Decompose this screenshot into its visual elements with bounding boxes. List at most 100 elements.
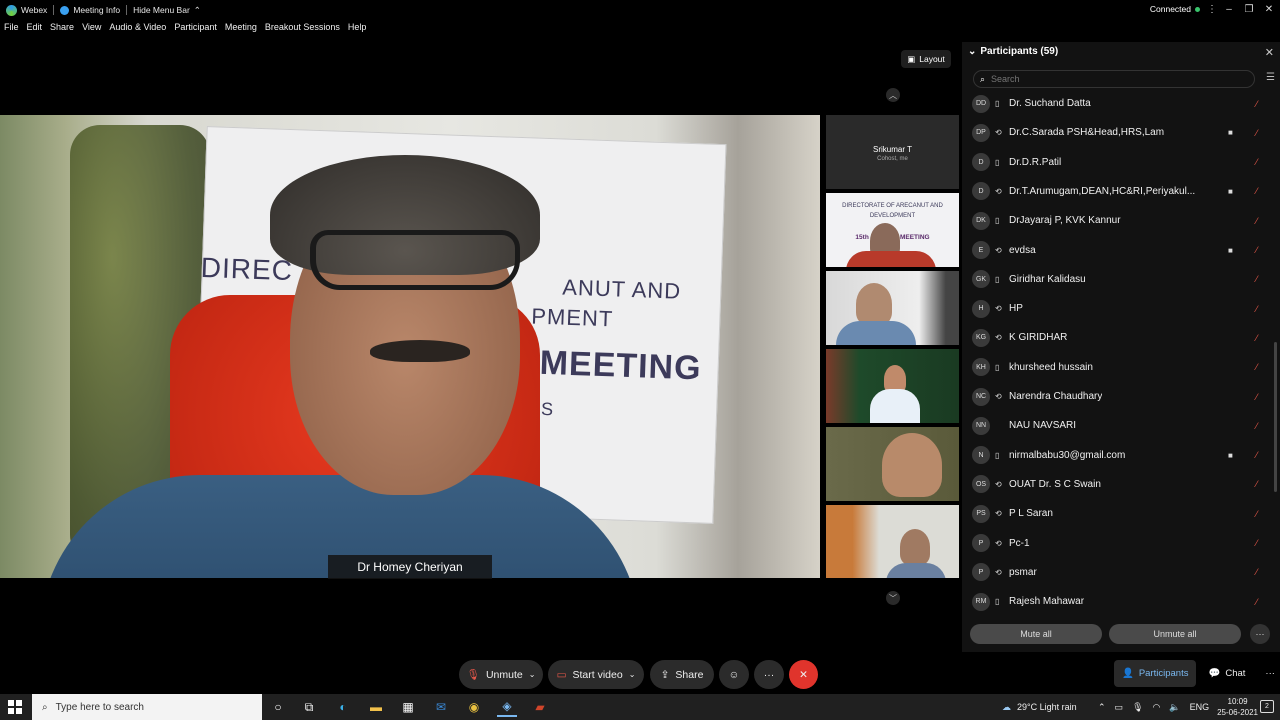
thumbnails-scroll-down-icon[interactable]: ﹀ [886,591,900,605]
unmute-all-button[interactable]: Unmute all [1109,624,1241,644]
start-video-button[interactable]: ▭ Start video ⌄ [548,660,644,689]
search-input[interactable] [991,74,1232,84]
mail-icon[interactable]: ✉ [431,697,451,717]
participants-header[interactable]: ⌄ Participants (59) [968,46,1058,57]
mic-muted-icon[interactable]: ⁄ [1256,509,1258,519]
task-view-icon[interactable]: ⧉ [299,697,319,717]
participant-row[interactable]: P ⟲ psmar ⁄ [962,558,1280,587]
menu-meeting[interactable]: Meeting [221,22,261,38]
end-meeting-button[interactable]: ✕ [789,660,818,689]
mic-muted-icon[interactable]: ⁄ [1256,128,1258,138]
mic-muted-icon[interactable]: ⁄ [1256,421,1258,431]
thumbnail-video-2[interactable] [826,271,959,345]
weather-widget[interactable]: ☁ 29°C Light rain [1002,694,1077,720]
hide-menu-bar-button[interactable]: Hide Menu Bar ⌃ [127,5,207,16]
wifi-icon[interactable]: ◠ [1153,702,1161,713]
mic-muted-icon[interactable]: ⁄ [1256,216,1258,226]
menu-view[interactable]: View [78,22,105,38]
participant-row[interactable]: D ▯ Dr.D.R.Patil ⁄ [962,148,1280,177]
mic-muted-icon[interactable]: ⁄ [1256,362,1258,372]
participant-row[interactable]: DP ⟲ Dr.C.Sarada PSH&Head,HRS,Lam ■ ⁄ [962,118,1280,147]
reactions-button[interactable]: ☺ [719,660,749,689]
participant-row[interactable]: E ⟲ evdsa ■ ⁄ [962,236,1280,265]
mic-muted-icon[interactable]: ⁄ [1256,99,1258,109]
participant-row[interactable]: D ⟲ Dr.T.Arumugam,DEAN,HC&RI,Periyakul... ■… [962,177,1280,206]
mute-all-button[interactable]: Mute all [970,624,1102,644]
taskbar-search[interactable]: ⌕ Type here to search [32,694,262,720]
chevron-up-icon[interactable]: ⌃ [1098,702,1106,713]
close-panel-icon[interactable]: ✕ [1265,46,1274,59]
menu-help[interactable]: Help [344,22,371,38]
more-options-icon[interactable]: ··· [1250,624,1270,644]
mic-muted-icon[interactable]: ⁄ [1256,450,1258,460]
mic-muted-icon[interactable]: ⁄ [1256,157,1258,167]
file-explorer-icon[interactable]: ▬ [366,697,386,717]
unmute-button[interactable]: 🎙 Unmute ⌄ [459,660,543,689]
thumbnail-video-4[interactable] [826,427,959,501]
microphone-icon[interactable]: 🎙 [1132,702,1143,713]
sort-icon[interactable]: ☰ [1266,72,1275,83]
participant-row[interactable]: N ▯ nirmalbabu30@gmail.com ■ ⁄ [962,441,1280,470]
tab-participants[interactable]: 👤 Participants [1114,660,1197,687]
thumbnail-video-3[interactable] [826,349,959,423]
mic-muted-icon[interactable]: ⁄ [1256,392,1258,402]
participant-row[interactable]: KG ⟲ K GIRIDHAR ⁄ [962,323,1280,352]
network-icon[interactable]: ▭ [1115,702,1124,713]
volume-icon[interactable]: 🔈 [1169,702,1180,713]
mic-muted-icon[interactable]: ⁄ [1256,538,1258,548]
chrome-icon[interactable]: ◉ [464,697,484,717]
menu-audio-video[interactable]: Audio & Video [105,22,170,38]
thumbnail-person-body [836,321,916,345]
notification-icon[interactable]: 2 [1260,700,1274,713]
cortana-icon[interactable]: ○ [268,697,288,717]
participant-row[interactable]: GK ▯ Giridhar Kalidasu ⁄ [962,265,1280,294]
thumbnails-scroll-up-icon[interactable]: ︿ [886,88,900,102]
participant-row[interactable]: KH ▯ khursheed hussain ⁄ [962,353,1280,382]
restore-button[interactable]: ❐ [1241,2,1257,16]
mic-muted-icon[interactable]: ⁄ [1256,333,1258,343]
meeting-info-button[interactable]: Meeting Info [54,5,126,15]
mic-muted-icon[interactable]: ⁄ [1256,597,1258,607]
participant-row[interactable]: NC ⟲ Narendra Chaudhary ⁄ [962,382,1280,411]
menu-edit[interactable]: Edit [23,22,47,38]
menu-file[interactable]: File [0,22,23,38]
mic-muted-icon[interactable]: ⁄ [1256,304,1258,314]
edge-icon[interactable]: ◐ [333,697,353,717]
store-icon[interactable]: ▦ [398,697,418,717]
mic-muted-icon[interactable]: ⁄ [1256,245,1258,255]
minimize-button[interactable]: – [1221,2,1237,16]
scrollbar[interactable] [1274,342,1277,492]
taskbar-clock[interactable]: 10:09 25-06-2021 [1217,696,1258,718]
more-options-icon[interactable]: ⋮ [1204,2,1220,16]
participant-row[interactable]: DD ▯ Dr. Suchand Datta ⁄ [962,89,1280,118]
main-video[interactable]: DIREC ANUT AND PMENT MEETING ES [0,115,820,578]
thumbnail-video-5[interactable] [826,505,959,578]
thumbnail-srikumar[interactable]: Srikumar T Cohost, me [826,115,959,189]
participant-row[interactable]: DK ▯ DrJayaraj P, KVK Kannur ⁄ [962,206,1280,235]
participant-row[interactable]: PS ⟲ P L Saran ⁄ [962,499,1280,528]
windows-start-icon[interactable] [8,700,22,714]
participant-row[interactable]: P ⟲ Pc-1 ⁄ [962,529,1280,558]
menu-share[interactable]: Share [46,22,78,38]
tab-chat[interactable]: 💬 Chat [1200,660,1253,687]
participant-row[interactable]: H ⟲ HP ⁄ [962,294,1280,323]
more-tabs-button[interactable]: ··· [1257,660,1280,687]
close-window-button[interactable]: ✕ [1261,2,1277,16]
menu-participant[interactable]: Participant [170,22,221,38]
participant-row[interactable]: RM ▯ Rajesh Mahawar ⁄ [962,587,1280,616]
participant-row[interactable]: NN NAU NAVSARI ⁄ [962,411,1280,440]
menu-breakout-sessions[interactable]: Breakout Sessions [261,22,344,38]
language-indicator[interactable]: ENG [1190,702,1210,712]
mic-muted-icon[interactable]: ⁄ [1256,274,1258,284]
mic-muted-icon[interactable]: ⁄ [1256,567,1258,577]
participant-search[interactable]: ⌕ [973,70,1255,88]
more-controls-button[interactable]: ··· [754,660,784,689]
thumbnail-video-1[interactable]: DIRECTORATE OF ARECANUT AND DEVELOPMENT … [826,193,959,267]
webex-taskbar-icon[interactable]: ◈ [497,697,517,717]
mic-muted-icon[interactable]: ⁄ [1256,479,1258,489]
layout-button[interactable]: ▣ Layout [901,50,951,68]
powerpoint-icon[interactable]: ▰ [530,697,550,717]
participant-row[interactable]: OS ⟲ OUAT Dr. S C Swain ⁄ [962,470,1280,499]
mic-muted-icon[interactable]: ⁄ [1256,186,1258,196]
share-button[interactable]: ⇪ Share [650,660,714,689]
